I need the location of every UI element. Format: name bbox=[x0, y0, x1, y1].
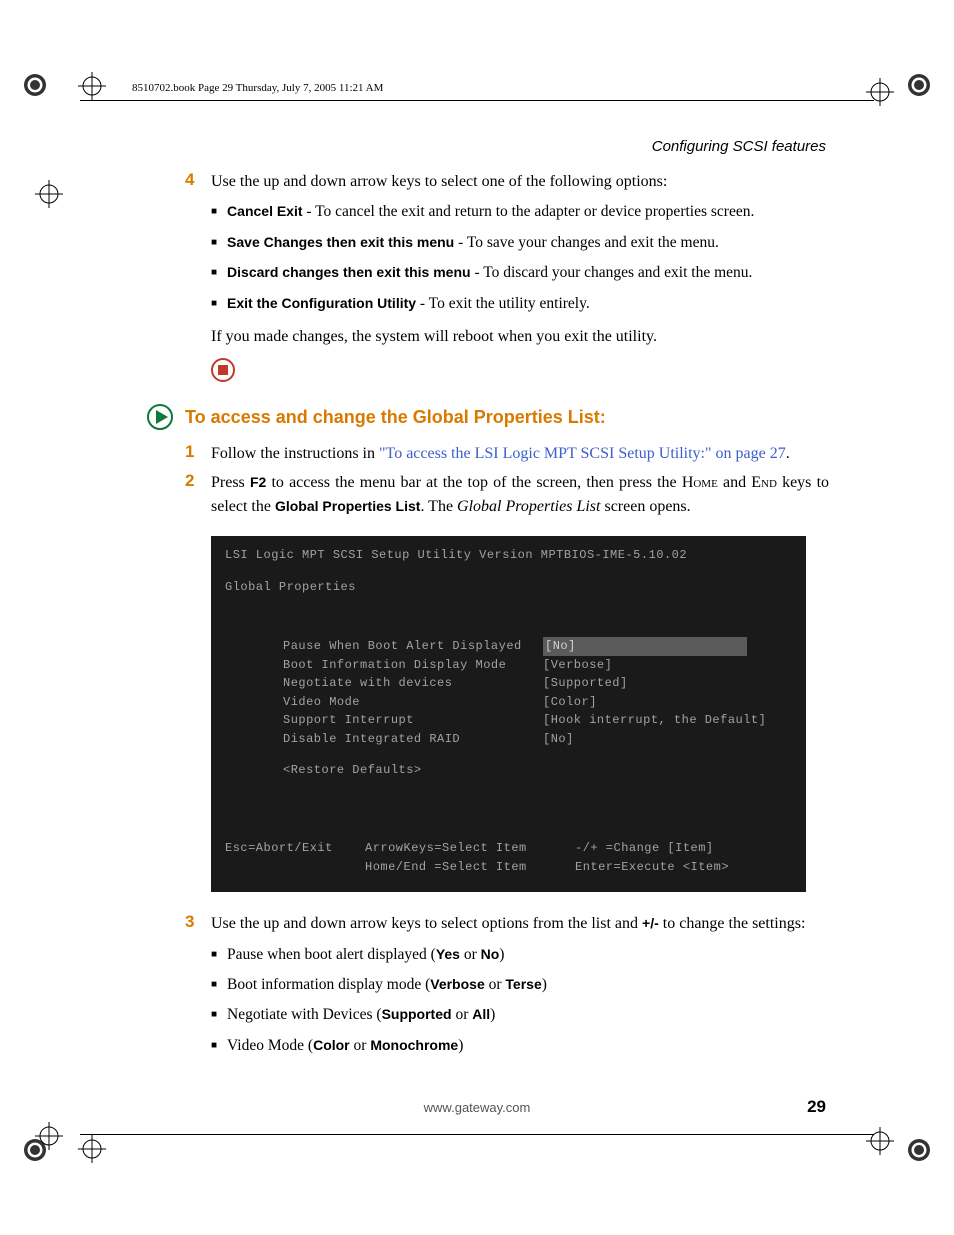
list-item: Save Changes then exit this menu - To sa… bbox=[211, 232, 829, 254]
step-text: Use the up and down arrow keys to select… bbox=[211, 170, 829, 193]
terminal-row: Boot Information Display Mode[Verbose] bbox=[283, 656, 792, 675]
crop-mark-top-left bbox=[20, 70, 50, 100]
registration-mark-icon bbox=[866, 78, 894, 106]
book-header: 8510702.book Page 29 Thursday, July 7, 2… bbox=[132, 82, 383, 94]
bottom-rule bbox=[80, 1134, 874, 1135]
subheading: To access and change the Global Properti… bbox=[185, 407, 606, 428]
step-2: 2 Press F2 to access the menu bar at the… bbox=[185, 471, 829, 517]
step-text: Follow the instructions in "To access th… bbox=[211, 442, 829, 465]
list-item: Video Mode (Color or Monochrome) bbox=[211, 1035, 829, 1057]
registration-mark-icon bbox=[35, 180, 63, 208]
terminal-row: Support Interrupt[Hook interrupt, the De… bbox=[283, 711, 792, 730]
step-text: Press F2 to access the menu bar at the t… bbox=[211, 471, 829, 517]
step-text: Use the up and down arrow keys to select… bbox=[211, 912, 829, 935]
step-4: 4 Use the up and down arrow keys to sele… bbox=[185, 170, 829, 193]
play-icon bbox=[147, 404, 173, 430]
registration-mark-icon bbox=[78, 1135, 106, 1163]
step-number: 1 bbox=[185, 442, 211, 462]
page-number: 29 bbox=[807, 1097, 826, 1117]
end-icon bbox=[211, 358, 235, 382]
list-item: Negotiate with Devices (Supported or All… bbox=[211, 1004, 829, 1026]
step-number: 3 bbox=[185, 912, 211, 932]
step3-bullet-list: Pause when boot alert displayed (Yes or … bbox=[185, 944, 829, 1058]
section-heading: Configuring SCSI features bbox=[652, 138, 826, 155]
terminal-row: Pause When Boot Alert Displayed[No] bbox=[283, 637, 792, 656]
terminal-restore-defaults: <Restore Defaults> bbox=[283, 761, 792, 780]
list-item: Cancel Exit - To cancel the exit and ret… bbox=[211, 201, 829, 223]
list-item: Discard changes then exit this menu - To… bbox=[211, 262, 829, 284]
step-1: 1 Follow the instructions in "To access … bbox=[185, 442, 829, 465]
step4-followup: If you made changes, the system will reb… bbox=[211, 325, 829, 348]
step-3: 3 Use the up and down arrow keys to sele… bbox=[185, 912, 829, 935]
list-item: Boot information display mode (Verbose o… bbox=[211, 974, 829, 996]
step4-bullet-list: Cancel Exit - To cancel the exit and ret… bbox=[185, 201, 829, 315]
registration-mark-icon bbox=[78, 72, 106, 100]
list-item: Exit the Configuration Utility - To exit… bbox=[211, 293, 829, 315]
terminal-screenshot: LSI Logic MPT SCSI Setup Utility Version… bbox=[211, 536, 806, 893]
terminal-section: Global Properties bbox=[225, 578, 792, 597]
top-rule bbox=[80, 100, 874, 101]
subheading-row: To access and change the Global Properti… bbox=[147, 404, 829, 430]
terminal-row: Disable Integrated RAID[No] bbox=[283, 730, 792, 749]
terminal-row: Video Mode[Color] bbox=[283, 693, 792, 712]
registration-mark-icon bbox=[35, 1122, 63, 1150]
list-item: Pause when boot alert displayed (Yes or … bbox=[211, 944, 829, 966]
crop-mark-bottom-right bbox=[904, 1135, 934, 1165]
terminal-row: Negotiate with devices[Supported] bbox=[283, 674, 792, 693]
step-number: 4 bbox=[185, 170, 211, 190]
registration-mark-icon bbox=[866, 1127, 894, 1155]
cross-reference-link[interactable]: "To access the LSI Logic MPT SCSI Setup … bbox=[379, 445, 786, 462]
crop-mark-top-right bbox=[904, 70, 934, 100]
terminal-footer: Esc=Abort/Exit ArrowKeys=Select Item Hom… bbox=[225, 839, 792, 876]
terminal-highlighted-value: [No] bbox=[543, 637, 747, 656]
step-number: 2 bbox=[185, 471, 211, 491]
terminal-title: LSI Logic MPT SCSI Setup Utility Version… bbox=[225, 546, 792, 565]
